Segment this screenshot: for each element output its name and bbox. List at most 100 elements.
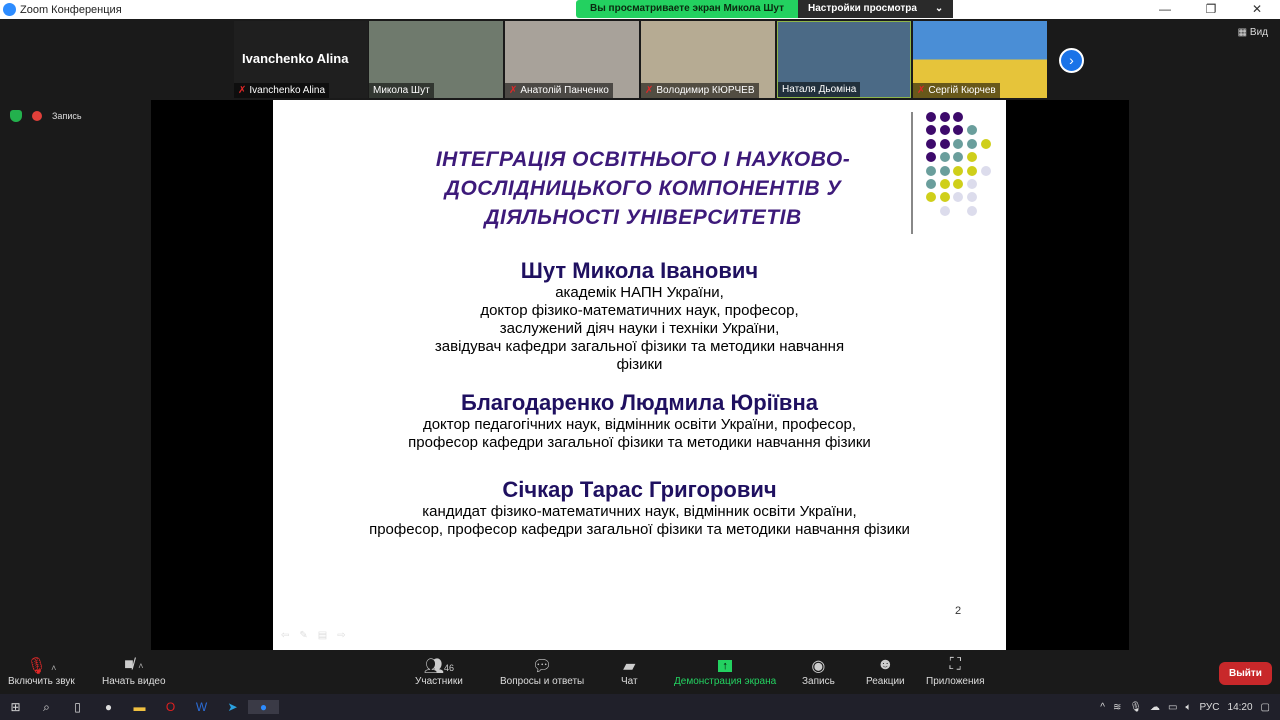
decorative-dot (953, 192, 964, 203)
reactions-button[interactable]: ☻ Реакции (866, 656, 905, 687)
mic-muted-icon: 🎙︎ ˄ (26, 658, 57, 675)
zoom-logo-icon (3, 3, 16, 16)
cloud-icon[interactable]: ☁ (1150, 702, 1160, 713)
record-button[interactable]: ◉ Запись (802, 656, 835, 687)
task-view-icon[interactable]: ▯ (62, 700, 93, 714)
opera-icon[interactable]: O (155, 700, 186, 714)
slide-page-number: 2 (955, 605, 962, 617)
author-block: Січкар Тарас Григорович кандидат фізико-… (273, 477, 1006, 539)
notifications-icon[interactable]: ▢ (1261, 702, 1270, 713)
window-title: Zoom Конференция (20, 3, 122, 16)
chevron-down-icon: ⌄ (934, 3, 944, 14)
viewing-label: Вы просматриваете экран Микола Шут (576, 0, 798, 18)
decorative-dot (939, 125, 950, 136)
unmute-label: Включить звук (8, 676, 75, 687)
start-video-button[interactable]: ■̸ ˄ Начать видео (102, 656, 166, 687)
restore-button[interactable]: ❐ (1188, 0, 1234, 19)
decorative-dot (967, 138, 978, 149)
participant-name: Сергій Кюрчев (928, 85, 996, 96)
window-controls: — ❐ ✕ (1142, 0, 1280, 19)
clock[interactable]: 14:20 (1228, 702, 1253, 713)
prev-slide-icon[interactable]: ⇦ (281, 630, 289, 641)
decorative-dot (953, 112, 964, 122)
minimize-button[interactable]: — (1142, 0, 1188, 19)
participant-tile[interactable]: Микола Шут (369, 21, 503, 98)
author-line: доктор педагогічних наук, відмінник осві… (422, 416, 857, 433)
share-screen-button[interactable]: ↑ Демонстрация экрана (674, 656, 776, 687)
decorative-dot (953, 165, 964, 176)
search-icon[interactable]: ⌕ (31, 700, 62, 715)
decorative-dot (967, 179, 978, 189)
unmute-button[interactable]: 🎙︎ ˄ Включить звук (8, 656, 75, 687)
decorative-dot (939, 205, 950, 216)
share-screen-label: Демонстрация экрана (674, 676, 777, 687)
decorative-dot (939, 138, 950, 149)
decorative-dot (980, 165, 991, 176)
wifi-icon[interactable]: ≋ (1113, 702, 1121, 713)
language-indicator[interactable]: РУС (1199, 702, 1219, 713)
decorative-dot (953, 152, 964, 163)
folder-icon[interactable]: ▬ (124, 700, 155, 714)
author-name: Січкар Тарас Григорович (502, 477, 777, 502)
participant-strip: Ivanchenko Alina ✗ Ivanchenko Alina Микол… (0, 21, 1280, 99)
record-status: Запись (52, 111, 82, 121)
qa-button[interactable]: 💬︎ Вопросы и ответы (500, 656, 584, 687)
author-block: Шут Микола Іванович академік НАПН Україн… (273, 258, 1006, 374)
chat-icon: ▰ (623, 658, 636, 675)
leave-button[interactable]: Выйти (1219, 662, 1272, 685)
author-line: доктор фізико-математичних наук, професо… (480, 302, 799, 319)
decorative-dot (939, 179, 950, 189)
decorative-dot (967, 165, 978, 176)
author-line: кандидат фізико-математичних наук, відмі… (422, 503, 857, 520)
microphone-icon: 🎙︎ (1129, 701, 1143, 713)
view-button[interactable]: ▦ Вид (1238, 27, 1268, 38)
windows-taskbar: ⊞ ⌕ ▯ ● ▬ O W ➤ ● ^ ≋ 🎙︎ ☁ ▭ 🔈︎ РУС 14:2… (0, 694, 1280, 720)
participant-tile[interactable]: Ivanchenko Alina ✗ Ivanchenko Alina (234, 21, 368, 98)
chat-label: Чат (621, 676, 638, 687)
menu-icon[interactable]: ▤ (318, 630, 327, 641)
start-video-label: Начать видео (102, 676, 166, 687)
apps-button[interactable]: ⛶ Приложения (926, 656, 985, 687)
author-name: Благодаренко Людмила Юріївна (461, 390, 818, 415)
user-app-icon[interactable]: ● (93, 700, 124, 714)
decorative-dot (926, 179, 936, 189)
share-screen-icon: ↑ (674, 656, 776, 676)
participant-tile[interactable]: ✗ Сергій Кюрчев (913, 21, 1047, 98)
participant-tile[interactable]: ✗ Володимир КЮРЧЕВ (641, 21, 775, 98)
participant-tile[interactable]: ✗ Анатолій Панченко (505, 21, 639, 98)
author-line: завідувач кафедри загальної фізики та ме… (434, 338, 845, 355)
qa-label: Вопросы и ответы (500, 676, 585, 687)
close-button[interactable]: ✕ (1234, 0, 1280, 19)
next-slide-icon[interactable]: ⇨ (337, 630, 345, 641)
participant-name: Микола Шут (373, 85, 430, 96)
zoom-taskbar-icon[interactable]: ● (248, 700, 279, 714)
word-icon[interactable]: W (186, 700, 217, 714)
author-line: фізики (616, 356, 663, 373)
decorative-dot (939, 152, 950, 163)
view-options-button[interactable]: Настройки просмотра ⌄ (798, 0, 954, 18)
apps-label: Приложения (926, 676, 985, 687)
mic-muted-icon: ✗ (238, 85, 247, 96)
decorative-dot (926, 152, 936, 163)
pen-icon[interactable]: ✎ (299, 630, 307, 641)
next-page-button[interactable]: › (1059, 48, 1084, 73)
qa-icon: 💬︎ (531, 658, 553, 675)
decorative-dot (926, 138, 936, 149)
windows-start-icon[interactable]: ⊞ (0, 700, 31, 714)
decorative-dot (967, 205, 978, 216)
view-label: Вид (1249, 27, 1268, 38)
participants-count: 46 (444, 663, 455, 673)
chat-button[interactable]: ▰ Чат (621, 656, 638, 687)
participant-tile[interactable]: Наталя Дьоміна (777, 21, 911, 98)
decorative-dot (953, 138, 964, 149)
volume-icon[interactable]: 🔈︎ (1185, 702, 1191, 713)
mic-muted-icon: ✗ (645, 85, 654, 96)
telegram-icon[interactable]: ➤ (217, 700, 248, 714)
participant-big-name: Ivanchenko Alina (242, 51, 349, 66)
decorative-dot (967, 125, 978, 136)
decorative-dot (926, 192, 936, 203)
battery-icon[interactable]: ▭ (1168, 702, 1177, 713)
tray-chevron-icon[interactable]: ^ (1100, 702, 1105, 713)
participants-button[interactable]: 👥︎46 Участники (415, 656, 463, 687)
shield-icon[interactable] (10, 110, 22, 122)
